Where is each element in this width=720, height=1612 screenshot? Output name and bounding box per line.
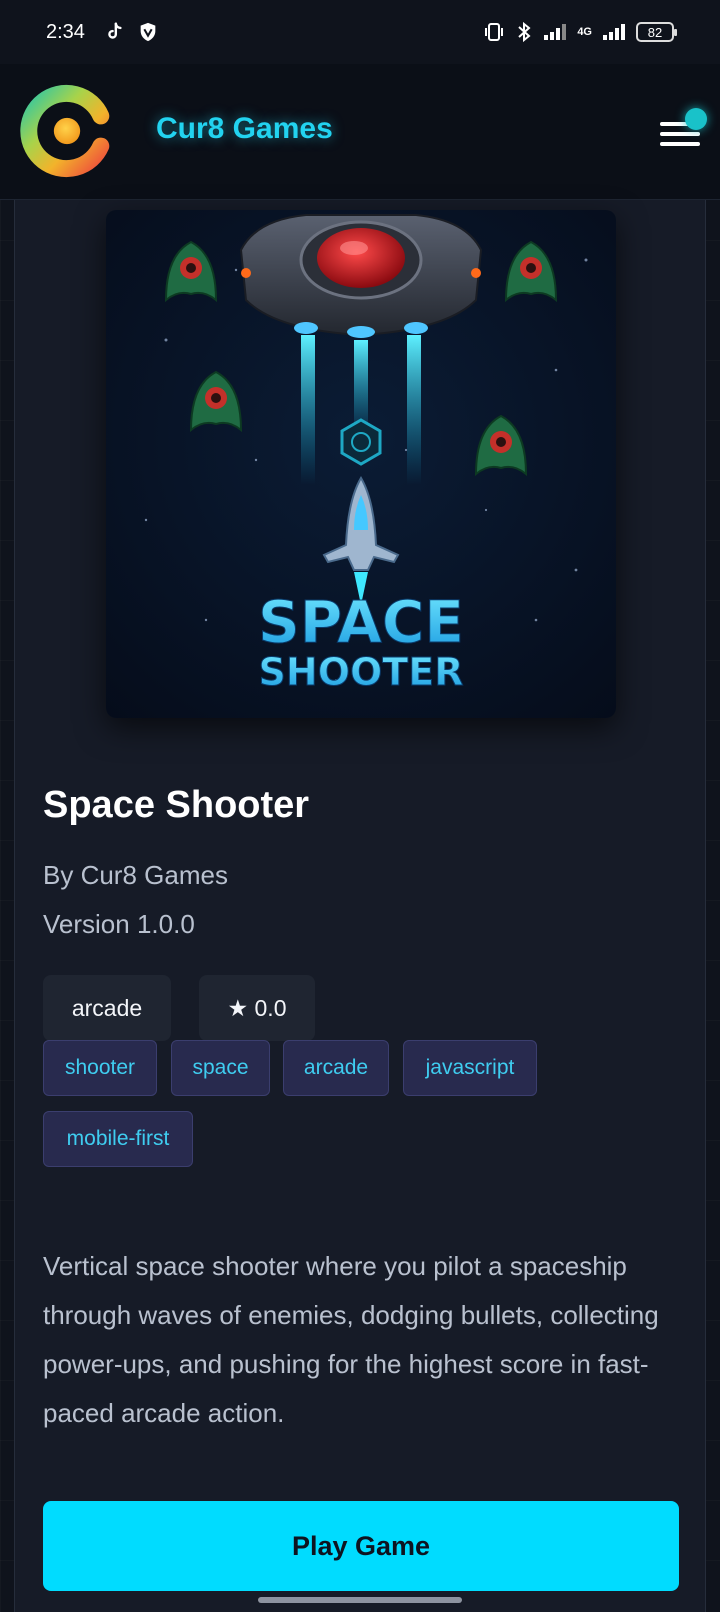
play-game-button[interactable]: Play Game (43, 1501, 679, 1591)
battery-level: 82 (647, 24, 663, 40)
signal-4g-icon (603, 24, 625, 40)
status-bar: 2:34 4G 82 (0, 0, 720, 64)
notification-dot (685, 108, 707, 130)
cur8-logo-icon[interactable] (20, 84, 114, 178)
tiktok-icon (108, 22, 122, 39)
tag-javascript[interactable]: javascript (403, 1040, 537, 1096)
tag-space[interactable]: space (171, 1040, 270, 1096)
vibrate-icon (485, 23, 504, 41)
app-header: Cur8 Games (0, 64, 720, 200)
cover-title-line1: SPACE (258, 588, 464, 656)
game-author: By Cur8 Games (43, 860, 228, 890)
menu-button[interactable] (658, 108, 707, 152)
home-indicator[interactable] (258, 1597, 462, 1603)
brand-name[interactable]: Cur8 Games (156, 112, 333, 146)
status-right-group: 4G 82 (483, 21, 677, 43)
tag-mobile-first[interactable]: mobile-first (43, 1111, 193, 1167)
network-type: 4G (577, 26, 592, 38)
game-version: Version 1.0.0 (43, 909, 195, 939)
status-time: 2:34 (46, 20, 85, 43)
rating-badge: ★ 0.0 (199, 975, 315, 1041)
tag-arcade[interactable]: arcade (283, 1040, 389, 1096)
game-cover-image: SPACE SHOOTER (106, 210, 616, 718)
vpn-icon (140, 22, 156, 42)
signal-icon (544, 24, 567, 40)
game-title: Space Shooter (43, 784, 310, 826)
game-description: Vertical space shooter where you pilot a… (43, 1251, 659, 1428)
category-badge: arcade (43, 975, 171, 1041)
bluetooth-icon (518, 21, 531, 43)
tag-shooter[interactable]: shooter (43, 1040, 157, 1096)
cover-title-line2: SHOOTER (259, 650, 464, 694)
game-card: SPACE SHOOTER Space Shooter By Cur8 Game… (14, 200, 706, 1612)
battery-indicator: 82 (636, 22, 677, 42)
